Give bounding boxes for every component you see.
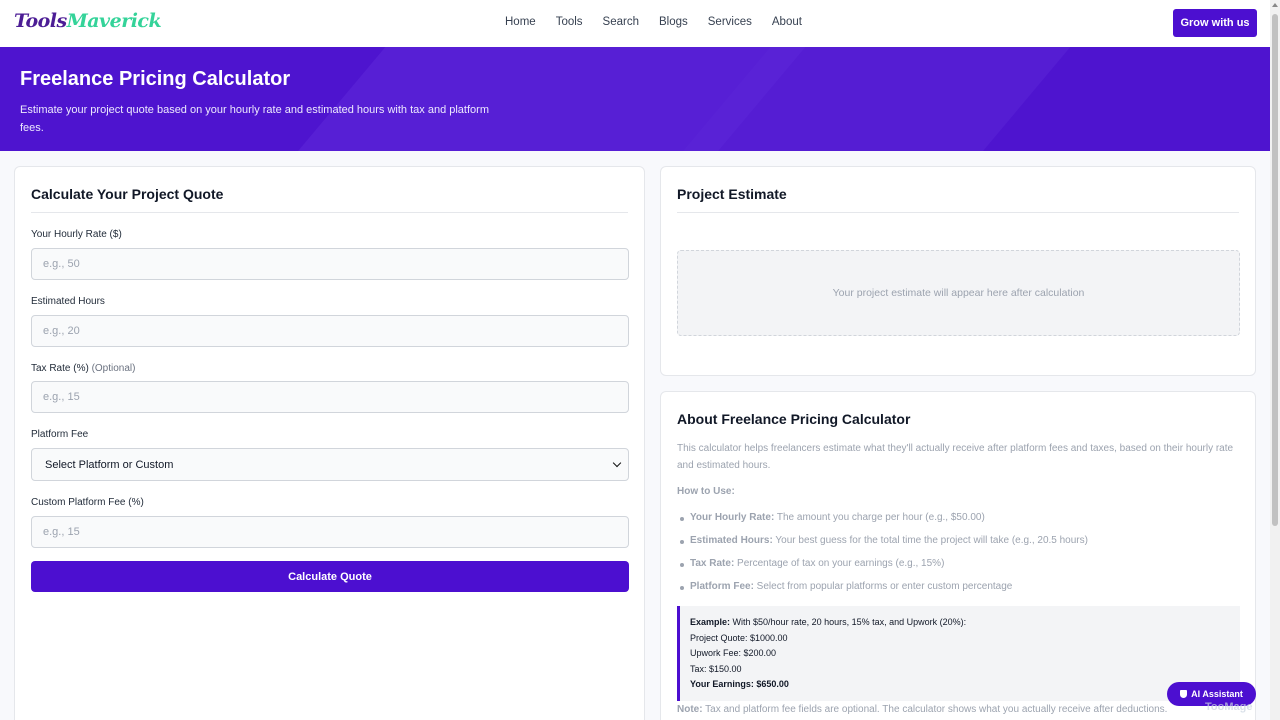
nav-link-home[interactable]: Home (505, 16, 536, 28)
optional-tag: (Optional) (91, 363, 136, 374)
bullet-desc: Select from popular platforms or enter c… (753, 581, 1013, 592)
example-line: Project Quote: $1000.00 (690, 632, 788, 643)
bullet-desc: Your best guess for the total time the p… (772, 535, 1088, 546)
quote-form-card: Calculate Your Project Quote Your Hourly… (14, 166, 645, 720)
estimated-hours-label: Estimated Hours (31, 296, 105, 307)
tax-rate-label-text: Tax Rate (%) (31, 363, 89, 374)
nav-link-tools[interactable]: Tools (556, 16, 583, 28)
nav-link-blogs[interactable]: Blogs (659, 16, 688, 28)
platform-fee-label: Platform Fee (31, 429, 88, 440)
about-intro: This calculator helps freelancers estima… (677, 443, 1234, 471)
note-term: Note: (677, 704, 703, 715)
custom-fee-input[interactable]: e.g., 15 (31, 516, 629, 548)
how-to-list: Your Hourly Rate: The amount you charge … (680, 512, 1240, 604)
how-to-use-heading: How to Use: (677, 486, 735, 497)
scroll-up-arrow-icon[interactable] (1272, 3, 1278, 7)
calculate-quote-button[interactable]: Calculate Quote (31, 561, 629, 592)
example-lead: Example: With $50/hour rate, 20 hours, 1… (690, 615, 1240, 631)
page-scrollbar[interactable] (1270, 0, 1280, 720)
hourly-rate-label-text: Your Hourly Rate ($) (31, 229, 122, 240)
nav-links: Home Tools Search Blogs Services About (505, 16, 822, 28)
about-card: About Freelance Pricing Calculator This … (660, 391, 1256, 720)
platform-fee-label-text: Platform Fee (31, 429, 89, 440)
nav-link-services[interactable]: Services (708, 16, 752, 28)
list-item: Estimated Hours: Your best guess for the… (680, 535, 1240, 558)
bullet-term: Your Hourly Rate: (690, 512, 775, 523)
example-lead-term: Example: (690, 617, 731, 627)
estimated-hours-input[interactable]: e.g., 20 (31, 315, 629, 347)
bullet-term: Platform Fee: (690, 581, 754, 592)
bullet-desc: Percentage of tax on your earnings (e.g.… (734, 558, 945, 569)
platform-fee-selected-value: Select Platform or Custom (45, 458, 174, 471)
platform-fee-select[interactable]: Select Platform or Custom (31, 448, 629, 481)
grow-with-us-button[interactable]: Grow with us (1173, 9, 1257, 37)
list-item: Tax Rate: Percentage of tax on your earn… (680, 558, 1240, 581)
hourly-rate-label: Your Hourly Rate ($) (31, 229, 122, 240)
estimate-title: Project Estimate (677, 186, 787, 202)
divider (31, 212, 628, 213)
example-earnings-text: Your Earnings: $650.00 (690, 679, 789, 689)
example-line: Tax: $150.00 (690, 663, 742, 674)
page-subtitle: Estimate your project quote based on you… (20, 104, 489, 134)
shield-icon (1180, 690, 1188, 698)
estimate-placeholder-text: Your project estimate will appear here a… (832, 287, 1085, 299)
form-title: Calculate Your Project Quote (31, 186, 224, 202)
estimated-hours-label-text: Estimated Hours (31, 296, 105, 307)
page-title: Freelance Pricing Calculator (20, 68, 291, 90)
example-earnings: Your Earnings: $650.00 (690, 677, 1240, 693)
list-item: Platform Fee: Select from popular platfo… (680, 581, 1240, 604)
note-desc: Tax and platform fee fields are optional… (702, 704, 1168, 715)
list-item: Your Hourly Rate: The amount you charge … (680, 512, 1240, 535)
logo-text-tools: Tools (14, 10, 67, 32)
nav-link-about[interactable]: About (772, 16, 802, 28)
ai-assistant-label: AI Assistant (1191, 689, 1243, 699)
example-line: Upwork Fee: $200.00 (690, 648, 777, 658)
about-title: About Freelance Pricing Calculator (677, 411, 911, 427)
bullet-desc: The amount you charge per hour (e.g., $5… (774, 512, 985, 523)
tax-rate-input[interactable]: e.g., 15 (31, 381, 629, 413)
hero-banner: Freelance Pricing Calculator Estimate yo… (0, 47, 1270, 151)
bullet-term: Estimated Hours: (690, 535, 773, 546)
bullet-term: Tax Rate: (690, 558, 735, 569)
chevron-down-icon (612, 458, 622, 468)
scroll-thumb[interactable] (1272, 14, 1278, 526)
divider (677, 212, 1239, 213)
example-lead-text: With $50/hour rate, 20 hours, 15% tax, a… (730, 617, 967, 627)
note-text: Note: Tax and platform fee fields are op… (677, 704, 1167, 715)
example-box: Example: With $50/hour rate, 20 hours, 1… (677, 606, 1240, 701)
nav-link-search[interactable]: Search (603, 16, 639, 28)
hourly-rate-input[interactable]: e.g., 50 (31, 248, 629, 280)
watermark: TooMage (1205, 701, 1253, 713)
custom-fee-label-text: Custom Platform Fee (%) (31, 497, 144, 508)
project-estimate-card: Project Estimate Your project estimate w… (660, 166, 1256, 376)
logo-text-maverick: Maverick (66, 10, 162, 32)
top-navbar: ToolsMaverick Home Tools Search Blogs Se… (0, 0, 1270, 47)
site-logo[interactable]: ToolsMaverick (14, 10, 162, 32)
tax-rate-label: Tax Rate (%) (Optional) (31, 363, 135, 374)
estimate-placeholder: Your project estimate will appear here a… (677, 250, 1240, 336)
custom-fee-label: Custom Platform Fee (%) (31, 497, 144, 508)
